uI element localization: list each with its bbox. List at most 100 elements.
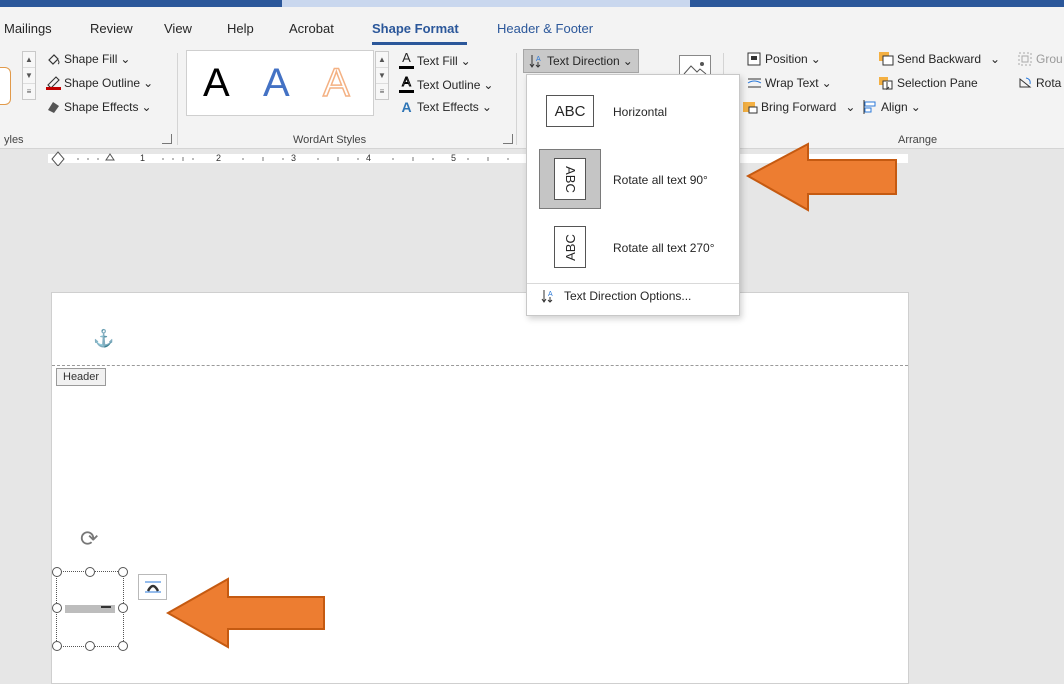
abc-sample: ABC xyxy=(546,95,594,127)
text-direction-button[interactable]: A Text Direction ⌄ xyxy=(523,49,639,73)
wordart-style-blue[interactable]: A xyxy=(263,61,290,106)
chevron-down-icon: ⌄ xyxy=(141,100,152,114)
menu-item-label: Rotate all text 90° xyxy=(613,173,708,187)
menu-item-rotate-270[interactable]: ABC Rotate all text 270° xyxy=(527,215,739,279)
menu-divider xyxy=(527,283,739,284)
position-button[interactable]: Position ⌄ xyxy=(747,52,821,66)
text-outline-button[interactable]: A Text Outline ⌄ xyxy=(399,75,494,93)
chevron-down-icon: ⌄ xyxy=(810,52,821,66)
callout-arrow-right xyxy=(745,142,897,212)
selection-pane-label: Selection Pane xyxy=(897,76,978,90)
shape-fill-button[interactable]: Shape Fill ⌄ xyxy=(46,52,130,66)
paint-bucket-icon xyxy=(46,52,61,66)
text-direction-label: Text Direction xyxy=(547,54,620,68)
indent-marker-icon[interactable] xyxy=(51,151,65,166)
abc-sample: ABC xyxy=(562,165,578,193)
scroll-up-icon[interactable]: ▲ xyxy=(376,52,388,68)
rotate-label: Rota xyxy=(1036,76,1062,90)
wrap-text-button[interactable]: Wrap Text ⌄ xyxy=(747,76,832,90)
tab-view[interactable]: View xyxy=(164,21,192,36)
text-effects-icon: A xyxy=(401,99,412,115)
position-label: Position xyxy=(765,52,808,66)
svg-text:A: A xyxy=(536,56,541,63)
resize-handle-right[interactable] xyxy=(118,603,128,613)
bring-forward-label: Bring Forward xyxy=(761,100,837,114)
shape-effects-label: Shape Effects xyxy=(64,100,139,114)
gallery-more-icon[interactable]: ≡ xyxy=(23,84,35,99)
shape-fill-label: Shape Fill xyxy=(64,52,118,66)
wordart-style-outline[interactable]: A xyxy=(322,60,350,106)
align-button[interactable]: Align ⌄ xyxy=(863,100,921,114)
wordart-scroll[interactable]: ▲ ▼ ≡ xyxy=(375,51,389,100)
send-backward-button[interactable]: Send Backward ⌄ xyxy=(879,52,1000,66)
text-direction-options-label: Text Direction Options... xyxy=(564,289,692,303)
rotate-button[interactable]: Rota xyxy=(1018,76,1061,90)
menu-item-rotate-90[interactable]: ABC Rotate all text 90° xyxy=(527,147,739,211)
resize-handle-bottom-left[interactable] xyxy=(52,641,62,651)
anchor-icon: ⚓ xyxy=(93,329,115,348)
rotate-90-icon: ABC xyxy=(539,149,601,209)
ruler-number: 1 xyxy=(140,153,146,163)
layout-options-icon xyxy=(144,581,161,593)
selected-text-box[interactable] xyxy=(56,571,124,647)
resize-handle-top-right[interactable] xyxy=(118,567,128,577)
align-label: Align xyxy=(881,100,908,114)
svg-text:A: A xyxy=(548,291,553,298)
chevron-down-icon: ⌄ xyxy=(481,100,492,114)
group-icon xyxy=(1018,52,1033,66)
shape-outline-button[interactable]: Shape Outline ⌄ xyxy=(46,76,153,90)
text-direction-icon: A xyxy=(541,289,556,303)
ruler-number: 4 xyxy=(366,153,372,163)
header-tag[interactable]: Header xyxy=(56,368,107,386)
text-direction-icon: A xyxy=(529,54,544,68)
group-divider xyxy=(516,53,517,145)
tab-acrobat[interactable]: Acrobat xyxy=(289,21,334,36)
text-effects-button[interactable]: A Text Effects ⌄ xyxy=(399,99,492,115)
text-fill-icon: A xyxy=(399,51,414,69)
group-label: Grou xyxy=(1036,52,1063,66)
shape-effects-button[interactable]: Shape Effects ⌄ xyxy=(46,100,152,114)
bring-forward-button[interactable]: Bring Forward ⌄ xyxy=(743,100,855,114)
wordart-style-black[interactable]: A xyxy=(203,61,230,106)
tab-stop-icon[interactable] xyxy=(105,153,115,161)
tab-mailings[interactable]: Mailings xyxy=(4,21,52,36)
ruler-number: 2 xyxy=(216,153,222,163)
tab-review[interactable]: Review xyxy=(90,21,133,36)
resize-handle-top-left[interactable] xyxy=(52,567,62,577)
scroll-down-icon[interactable]: ▼ xyxy=(23,68,35,84)
resize-handle-bottom-right[interactable] xyxy=(118,641,128,651)
scroll-up-icon[interactable]: ▲ xyxy=(23,52,35,68)
tab-header-footer[interactable]: Header & Footer xyxy=(497,21,593,36)
resize-handle-left[interactable] xyxy=(52,603,62,613)
resize-handle-bottom[interactable] xyxy=(85,641,95,651)
resize-handle-top[interactable] xyxy=(85,567,95,577)
wrap-text-label: Wrap Text xyxy=(765,76,819,90)
tab-help[interactable]: Help xyxy=(227,21,254,36)
shape-style-gallery[interactable] xyxy=(0,67,11,105)
gallery-more-icon[interactable]: ≡ xyxy=(376,84,388,99)
wordart-gallery[interactable]: A A A xyxy=(186,50,374,116)
tab-shape-format[interactable]: Shape Format xyxy=(372,21,459,36)
selection-pane-button[interactable]: Selection Pane xyxy=(879,76,978,91)
send-backward-label: Send Backward xyxy=(897,52,982,66)
rotate-handle-icon[interactable]: ⟳ xyxy=(80,526,98,552)
group-button[interactable]: Grou xyxy=(1018,52,1063,66)
menu-item-label: Rotate all text 270° xyxy=(613,241,715,255)
shape-style-scroll[interactable]: ▲ ▼ ≡ xyxy=(22,51,36,100)
group-divider xyxy=(177,53,178,145)
wordart-styles-group-label: WordArt Styles xyxy=(293,134,367,146)
align-icon xyxy=(863,100,878,114)
chevron-down-icon: ⌄ xyxy=(460,53,471,68)
chevron-down-icon: ⌄ xyxy=(483,77,494,92)
scroll-down-icon[interactable]: ▼ xyxy=(376,68,388,84)
dialog-launcher-icon[interactable] xyxy=(503,134,513,144)
text-fill-button[interactable]: A Text Fill ⌄ xyxy=(399,51,471,69)
text-cursor-icon xyxy=(101,606,111,612)
send-backward-icon xyxy=(879,52,894,66)
position-icon xyxy=(747,52,762,66)
menu-item-horizontal[interactable]: ABC Horizontal xyxy=(527,79,739,143)
dialog-launcher-icon[interactable] xyxy=(162,134,172,144)
rotate-270-icon: ABC xyxy=(539,217,601,277)
wrap-text-icon xyxy=(747,76,762,90)
text-direction-options-item[interactable]: A Text Direction Options... xyxy=(541,289,691,303)
